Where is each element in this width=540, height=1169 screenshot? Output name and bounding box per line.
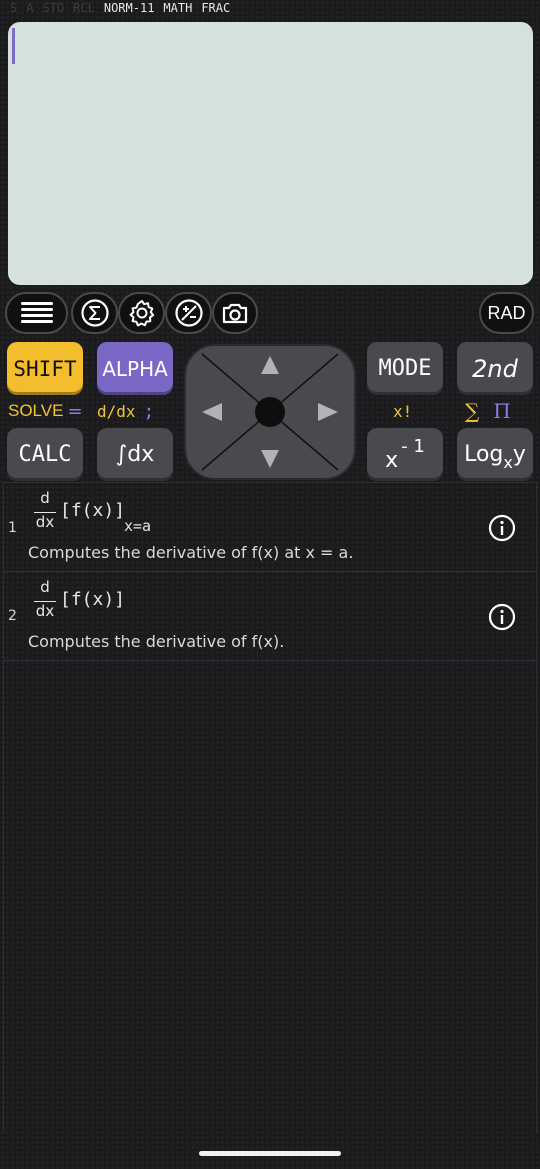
sum-label: ∑: [465, 399, 480, 423]
plus-minus-icon: [174, 299, 203, 327]
inverse-key[interactable]: x - 1: [367, 428, 443, 481]
log-main: Log: [464, 442, 504, 467]
semicolon-label: ;: [143, 400, 155, 422]
alpha-secondary-label: d/dx ;: [97, 400, 154, 422]
input-cursor: [12, 28, 15, 64]
settings-icon: [129, 300, 154, 327]
calculator-display[interactable]: [8, 22, 533, 285]
inverse-base: x: [385, 448, 399, 473]
ddx-label: d/dx: [97, 401, 136, 421]
evaluation-subscript: x=a: [124, 517, 152, 535]
calc-key[interactable]: CALC: [7, 428, 83, 481]
angle-mode-button[interactable]: RAD: [479, 292, 534, 334]
camera-button[interactable]: [212, 292, 258, 334]
plus-minus-button[interactable]: [165, 292, 212, 334]
factorial-secondary-label: x!: [393, 400, 412, 422]
indicator-frac: FRAC: [201, 1, 231, 15]
function-body: [f(x)]: [60, 500, 126, 521]
fraction-denominator: dx: [35, 513, 55, 531]
item-description: Computes the derivative of f(x) at x = a…: [28, 543, 354, 562]
info-icon[interactable]: [488, 514, 516, 542]
indicator-math: MATH: [163, 1, 193, 15]
log-base-key[interactable]: Log x y: [457, 428, 533, 481]
factorial-label: x!: [393, 401, 413, 421]
menu-icon: [20, 302, 53, 323]
item-index: 2: [8, 608, 17, 624]
item-description: Computes the derivative of f(x).: [28, 632, 285, 651]
home-indicator[interactable]: [199, 1151, 341, 1156]
indicator-norm: NORM-11: [103, 1, 155, 15]
sigma-icon: [80, 299, 109, 327]
camera-icon: [222, 303, 248, 324]
solve-label: SOLVE: [8, 401, 64, 420]
indicator-sto: STO: [42, 1, 65, 15]
menu-button[interactable]: [5, 292, 68, 334]
log-subscript: x: [503, 453, 513, 472]
function-list: 1 d dx [f(x)] x=a Computes the derivativ…: [3, 482, 537, 1134]
list-item[interactable]: 2 d dx [f(x)] Computes the derivative of…: [4, 572, 536, 661]
second-function-key[interactable]: 2nd: [457, 342, 533, 395]
fraction-denominator: dx: [35, 602, 55, 620]
list-item[interactable]: 1 d dx [f(x)] x=a Computes the derivativ…: [4, 483, 536, 572]
item-index: 1: [8, 520, 17, 536]
inverse-exponent: - 1: [401, 436, 425, 457]
navigation-pad[interactable]: [184, 344, 356, 480]
shift-secondary-label: SOLVE =: [8, 400, 83, 422]
statistics-button[interactable]: [71, 292, 118, 334]
equals-label: =: [67, 400, 83, 422]
mode-key[interactable]: MODE: [367, 342, 443, 395]
fraction-numerator: d: [40, 489, 50, 507]
fraction-numerator: d: [40, 578, 50, 596]
indicator-rcl: RCL: [73, 1, 95, 15]
function-body: [f(x)]: [60, 589, 126, 610]
log-end: y: [512, 442, 526, 467]
indicator-a: A: [26, 1, 34, 15]
alpha-key[interactable]: ALPHA: [97, 342, 173, 395]
shift-key[interactable]: SHIFT: [7, 342, 83, 395]
derivative-formula: d dx [f(x)]: [32, 578, 192, 628]
integral-key[interactable]: ∫dx: [97, 428, 173, 481]
product-label: Π: [493, 399, 511, 423]
info-icon[interactable]: [488, 603, 516, 631]
sum-product-secondary-label: ∑ Π: [465, 399, 511, 423]
settings-button[interactable]: [118, 292, 165, 334]
derivative-formula: d dx [f(x)] x=a: [32, 489, 192, 539]
indicator-s: S: [10, 1, 18, 15]
status-indicators: S A STO RCL NORM-11 MATH FRAC: [10, 0, 230, 16]
